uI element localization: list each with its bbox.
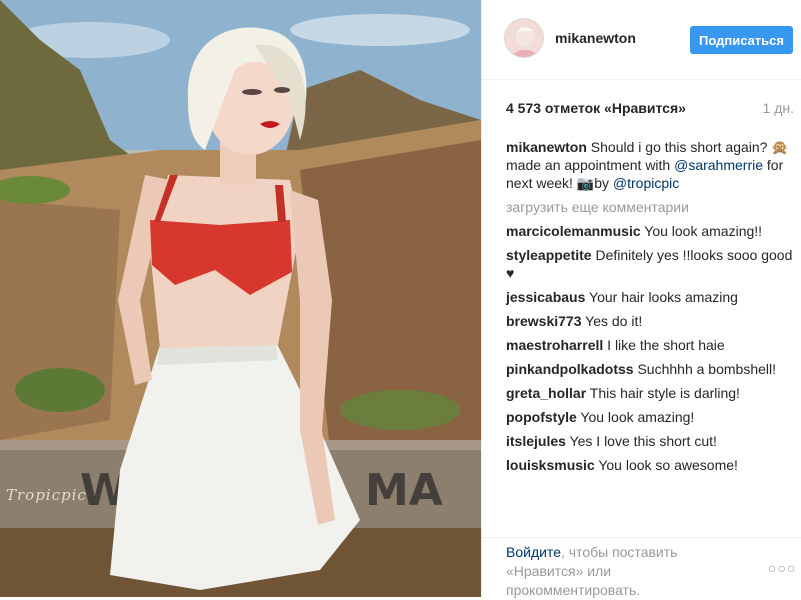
likes-row: 4 573 отметок «Нравится» 1 дн. xyxy=(506,100,794,120)
comment-username[interactable]: marcicolemanmusic xyxy=(506,223,641,239)
comment-text: I like the short haie xyxy=(607,337,725,353)
photo-scene: WE MA xyxy=(0,0,481,597)
post-footer: Войдите, чтобы поставить «Нравится» или … xyxy=(482,537,801,600)
comment-username[interactable]: styleappetite xyxy=(506,247,592,263)
svg-text:MA: MA xyxy=(365,465,443,516)
post-side-panel: mikanewton Подписаться 4 573 отметок «Нр… xyxy=(481,0,801,600)
comment-text: Your hair looks amazing xyxy=(589,289,738,305)
comment-username[interactable]: louisksmusic xyxy=(506,457,595,473)
comment-username[interactable]: itslejules xyxy=(506,433,566,449)
comment-username[interactable]: maestroharrell xyxy=(506,337,603,353)
post-timestamp[interactable]: 1 дн. xyxy=(763,100,794,116)
comment-item: brewski773 Yes do it! xyxy=(506,312,796,330)
comment-text: Yes do it! xyxy=(585,313,643,329)
comment-text: Yes I love this short cut! xyxy=(569,433,717,449)
login-prompt: Войдите, чтобы поставить «Нравится» или … xyxy=(506,543,726,600)
comment-item: jessicabaus Your hair looks amazing xyxy=(506,288,796,306)
comment-username[interactable]: popofstyle xyxy=(506,409,577,425)
avatar[interactable] xyxy=(504,18,544,58)
post-photo[interactable]: WE MA Tropicpic xyxy=(0,0,481,597)
likes-count[interactable]: 4 573 отметок «Нравится» xyxy=(506,100,686,116)
comment-item: louisksmusic You look so awesome! xyxy=(506,456,796,474)
comments-list: mikanewton Should i go this short again?… xyxy=(506,138,796,538)
comment-text: You look amazing!! xyxy=(644,223,763,239)
caption: mikanewton Should i go this short again?… xyxy=(506,138,796,192)
comment-item: greta_hollar This hair style is darling! xyxy=(506,384,796,402)
follow-button[interactable]: Подписаться xyxy=(690,26,793,54)
comment-text: You look so awesome! xyxy=(598,457,738,473)
comment-username[interactable]: greta_hollar xyxy=(506,385,586,401)
comment-item: maestroharrell I like the short haie xyxy=(506,336,796,354)
load-more-comments[interactable]: загрузить еще комментарии xyxy=(506,198,796,216)
comment-item: styleappetite Definitely yes !!looks soo… xyxy=(506,246,796,282)
comment-item: popofstyle You look amazing! xyxy=(506,408,796,426)
caption-mention[interactable]: @sarahmerrie xyxy=(674,157,763,173)
comment-username[interactable]: pinkandpolkadotss xyxy=(506,361,634,377)
comment-username[interactable]: brewski773 xyxy=(506,313,582,329)
more-dots-icon[interactable]: ○○○ xyxy=(768,560,796,576)
comment-item: pinkandpolkadotss Suchhhh a bombshell! xyxy=(506,360,796,378)
login-link[interactable]: Войдите xyxy=(506,544,561,560)
caption-mention-2[interactable]: @tropicpic xyxy=(613,175,679,191)
comment-text: Suchhhh a bombshell! xyxy=(637,361,777,377)
avatar-image xyxy=(505,19,543,57)
comment-item: itslejules Yes I love this short cut! xyxy=(506,432,796,450)
photo-watermark: Tropicpic xyxy=(6,486,87,504)
post-header: mikanewton Подписаться xyxy=(482,0,801,80)
comment-text: You look amazing! xyxy=(580,409,695,425)
comment-username[interactable]: jessicabaus xyxy=(506,289,585,305)
post-author-username[interactable]: mikanewton xyxy=(555,30,636,46)
comment-text: This hair style is darling! xyxy=(589,385,740,401)
comment-item: marcicolemanmusic You look amazing!! xyxy=(506,222,796,240)
caption-username[interactable]: mikanewton xyxy=(506,139,587,155)
